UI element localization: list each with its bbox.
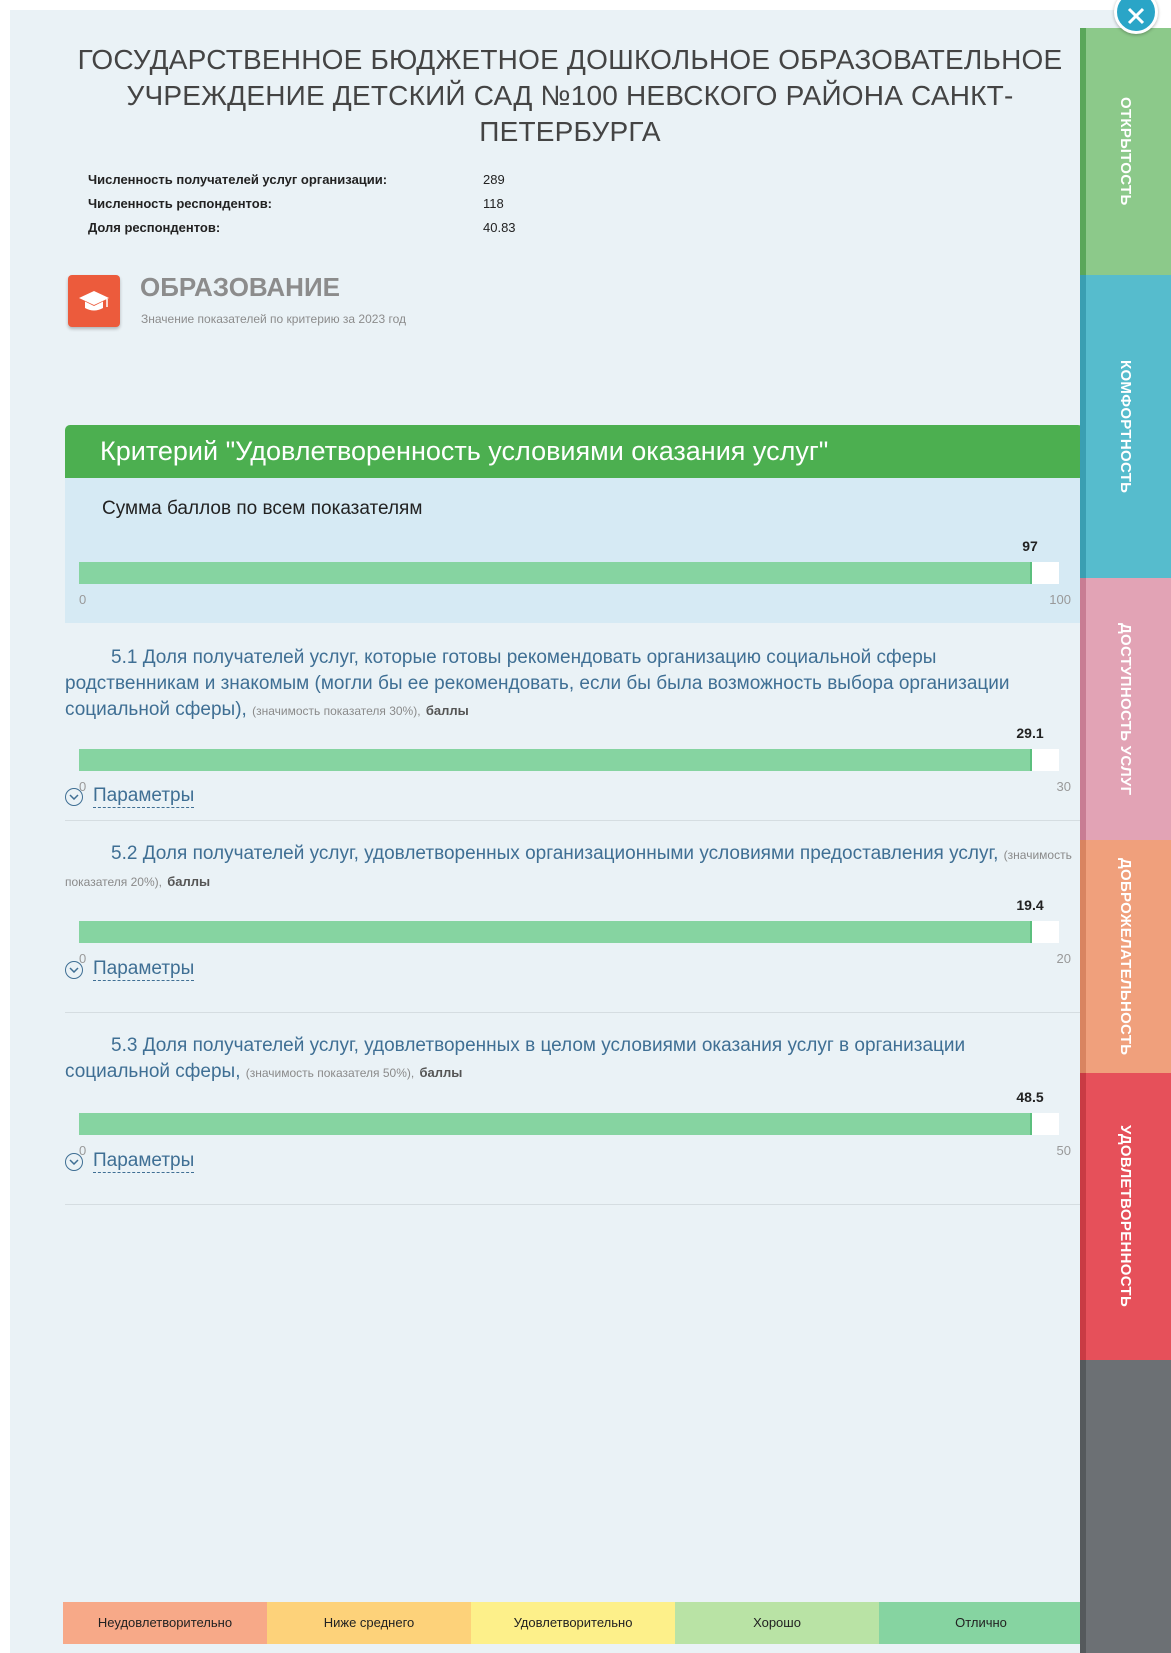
organization-title: ГОСУДАРСТВЕННОЕ БЮДЖЕТНОЕ ДОШКОЛЬНОЕ ОБР…: [77, 44, 1063, 147]
legend-item: Ниже среднего: [267, 1602, 471, 1644]
indicator-5-1: 5.1 Доля получателей услуг, которые гото…: [65, 623, 1083, 821]
tab-stripe: [1080, 578, 1086, 840]
params-link[interactable]: Параметры: [93, 785, 195, 808]
stat-label: Численность получателей услуг организаци…: [88, 172, 388, 187]
legend-item: Удовлетворительно: [471, 1602, 675, 1644]
graduation-cap-icon: [68, 275, 120, 327]
indicator-title: 5.1 Доля получателей услуг, которые гото…: [65, 647, 1010, 720]
bar-max: 20: [1056, 951, 1071, 966]
chevron-down-icon: [65, 960, 83, 979]
stat-label: Численность респондентов:: [88, 196, 273, 211]
section-subtitle: Значение показателей по критерию за 2023…: [141, 312, 406, 326]
stat-value: 118: [483, 196, 504, 211]
params-link[interactable]: Параметры: [93, 1150, 195, 1173]
stat-value: 40.83: [483, 220, 516, 235]
indicator-text: 5.2 Доля получателей услуг, удовлетворен…: [65, 841, 1075, 895]
close-icon: [1127, 7, 1145, 25]
bar-value: 48.5: [1016, 1089, 1044, 1105]
bar-min: 0: [79, 592, 87, 607]
legend-item: Неудовлетворительно: [63, 1602, 267, 1644]
bar-fill: [79, 749, 1032, 771]
rating-legend: Неудовлетворительно Ниже среднего Удовле…: [63, 1602, 1083, 1644]
tab-extra[interactable]: [1080, 1360, 1171, 1653]
bar-track: [79, 562, 1059, 584]
tab-label: УДОВЛЕТВОРЕННОСТЬ: [1117, 1125, 1134, 1308]
bar-fill: [79, 562, 1032, 584]
report-panel: ГОСУДАРСТВЕННОЕ БЮДЖЕТНОЕ ДОШКОЛЬНОЕ ОБР…: [10, 10, 1120, 1653]
params-link[interactable]: Параметры: [93, 958, 195, 981]
summary-label: Сумма баллов по всем показателям: [102, 498, 423, 519]
legend-item: Отлично: [879, 1602, 1083, 1644]
tab-stripe: [1080, 1360, 1086, 1653]
indicator-weight: (значимость показателя 50%),: [245, 1066, 415, 1080]
tab-openness[interactable]: ОТКРЫТОСТЬ: [1080, 28, 1171, 275]
params-toggle[interactable]: Параметры: [65, 958, 195, 981]
legend-item: Хорошо: [675, 1602, 879, 1644]
tab-satisfaction[interactable]: УДОВЛЕТВОРЕННОСТЬ: [1080, 1073, 1171, 1360]
params-toggle[interactable]: Параметры: [65, 1150, 195, 1173]
stat-respondent-share: Доля респондентов: 40.83: [88, 216, 516, 240]
bar-track: [79, 921, 1059, 943]
indicator-text: 5.3 Доля получателей услуг, удовлетворен…: [65, 1033, 1075, 1086]
bar-track: [79, 1113, 1059, 1135]
stat-respondents: Численность респондентов: 118: [88, 192, 516, 216]
organization-stats: Численность получателей услуг организаци…: [88, 168, 516, 240]
tab-friendliness[interactable]: ДОБРОЖЕЛАТЕЛЬНОСТЬ: [1080, 840, 1171, 1073]
bar-fill: [79, 921, 1032, 943]
tab-stripe: [1080, 1073, 1086, 1360]
tab-label: ОТКРЫТОСТЬ: [1117, 97, 1134, 206]
bar-fill: [79, 1113, 1032, 1135]
tab-label: ДОБРОЖЕЛАТЕЛЬНОСТЬ: [1117, 857, 1134, 1056]
criteria-tabs: ОТКРЫТОСТЬ КОМФОРТНОСТЬ ДОСТУПНОСТЬ УСЛУ…: [1080, 28, 1171, 1653]
tab-stripe: [1080, 275, 1086, 578]
chevron-down-icon: [65, 1152, 83, 1171]
bar-value: 29.1: [1016, 725, 1044, 741]
indicator-unit: баллы: [419, 1065, 463, 1080]
tab-label: ДОСТУПНОСТЬ УСЛУГ: [1117, 622, 1134, 796]
indicator-5-2: 5.2 Доля получателей услуг, удовлетворен…: [65, 820, 1083, 1013]
stat-label: Доля респондентов:: [88, 220, 221, 235]
bar-max: 50: [1056, 1143, 1071, 1158]
stat-recipients: Численность получателей услуг организаци…: [88, 168, 516, 192]
indicator-title: 5.3 Доля получателей услуг, удовлетворен…: [65, 1035, 966, 1082]
stat-value: 289: [483, 172, 505, 187]
params-toggle[interactable]: Параметры: [65, 785, 195, 808]
tab-accessibility[interactable]: ДОСТУПНОСТЬ УСЛУГ: [1080, 578, 1171, 840]
indicator-weight: (значимость показателя 30%),: [252, 704, 421, 718]
criterion-header: Критерий "Удовлетворенность условиями ок…: [65, 425, 1083, 478]
bar-max: 100: [1049, 592, 1071, 607]
tab-label: КОМФОРТНОСТЬ: [1117, 359, 1134, 494]
indicator-text: 5.1 Доля получателей услуг, которые гото…: [65, 645, 1075, 724]
tab-stripe: [1080, 840, 1086, 1073]
bar-value: 97: [1022, 538, 1038, 554]
tab-stripe: [1080, 28, 1086, 275]
indicator-title: 5.2 Доля получателей услуг, удовлетворен…: [111, 843, 999, 864]
close-button[interactable]: [1114, 0, 1158, 34]
indicator-unit: баллы: [167, 874, 211, 889]
bar-track: [79, 749, 1059, 771]
indicator-5-3: 5.3 Доля получателей услуг, удовлетворен…: [65, 1012, 1083, 1205]
summary-block: Сумма баллов по всем показателям 97 0 10…: [65, 478, 1083, 623]
bar-max: 30: [1056, 779, 1071, 794]
bar-value: 19.4: [1016, 897, 1044, 913]
section-title: ОБРАЗОВАНИЕ: [140, 272, 340, 302]
tab-comfort[interactable]: КОМФОРТНОСТЬ: [1080, 275, 1171, 578]
chevron-down-icon: [65, 787, 83, 806]
indicator-unit: баллы: [425, 703, 469, 718]
